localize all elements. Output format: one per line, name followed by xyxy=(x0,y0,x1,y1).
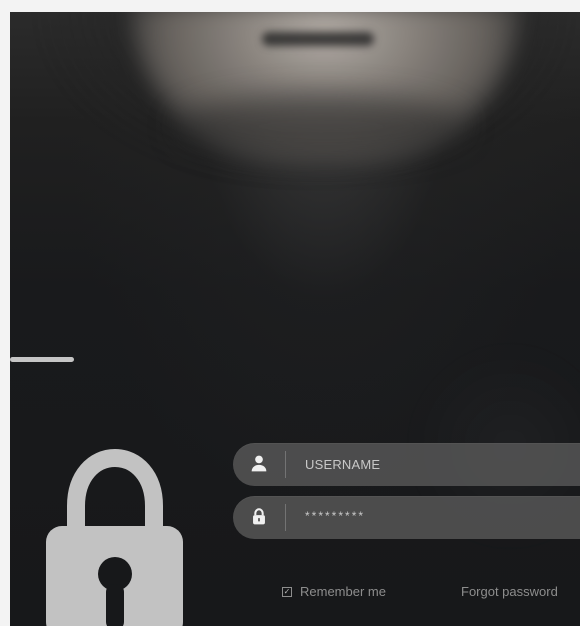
password-input[interactable]: ********* xyxy=(305,509,365,523)
remember-label: Remember me xyxy=(300,584,386,599)
decorative-bar xyxy=(10,357,74,362)
person-mouth-blur xyxy=(262,32,374,46)
screenshot-frame: ********* ✓ Remember me Forgot password xyxy=(0,0,580,626)
login-scene: ********* ✓ Remember me Forgot password xyxy=(10,12,580,626)
user-icon xyxy=(251,455,267,472)
forgot-password-link[interactable]: Forgot password xyxy=(461,584,558,599)
input-divider xyxy=(285,451,286,478)
username-field-container[interactable] xyxy=(233,443,580,486)
lock-icon xyxy=(46,448,183,626)
input-divider xyxy=(285,504,286,531)
person-chin-shadow xyxy=(176,94,466,159)
password-field-container[interactable]: ********* xyxy=(233,496,580,539)
remember-me-option[interactable]: ✓ Remember me xyxy=(282,584,386,599)
remember-checkbox[interactable]: ✓ xyxy=(282,586,292,597)
username-input[interactable] xyxy=(305,443,580,486)
lock-icon xyxy=(253,508,265,525)
